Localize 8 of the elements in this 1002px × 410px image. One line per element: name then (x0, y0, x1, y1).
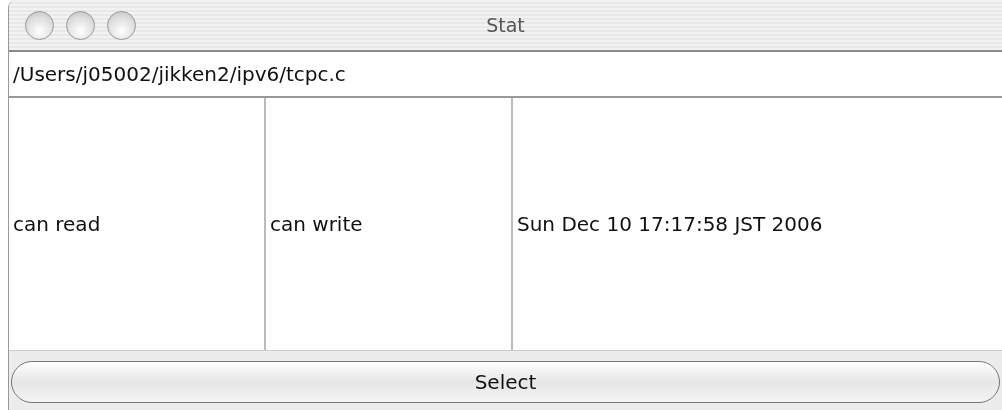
table-cell-text: Sun Dec 10 17:17:58 JST 2006 (516, 211, 823, 238)
minimize-button[interactable] (66, 10, 95, 40)
window-title: Stat (486, 12, 525, 38)
close-button[interactable] (25, 10, 54, 40)
table-cell-text: can write (269, 211, 363, 238)
table-cell-text: can read (12, 211, 101, 238)
zoom-button[interactable] (107, 10, 136, 40)
select-button[interactable]: Select (11, 361, 1000, 403)
